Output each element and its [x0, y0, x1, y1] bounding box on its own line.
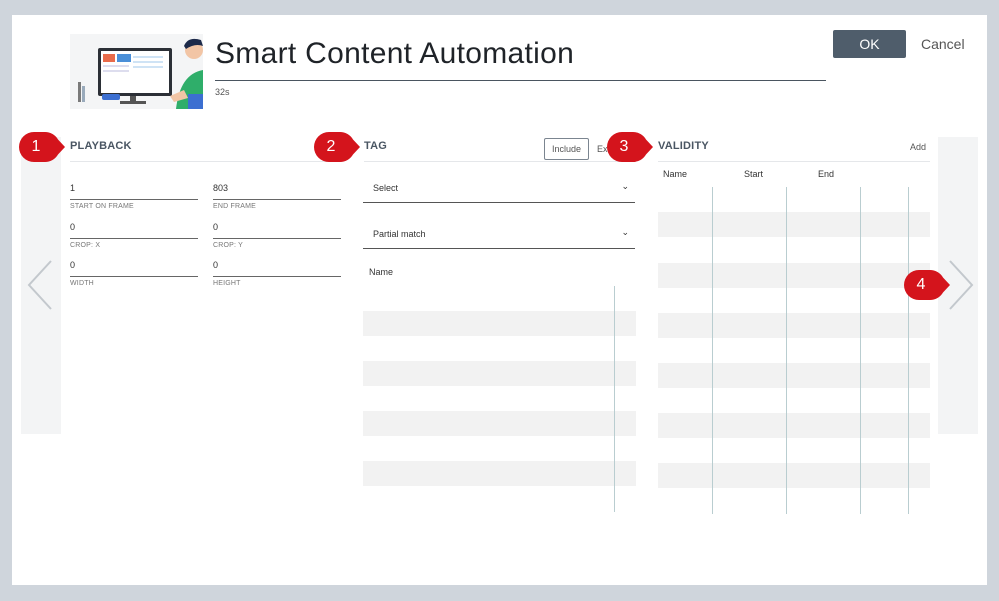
- validity-table-row: [658, 413, 930, 438]
- width-field[interactable]: 0 WIDTH: [70, 260, 198, 287]
- tag-select-value: Select: [373, 183, 399, 193]
- tag-table-row: [363, 461, 636, 486]
- validity-column-start: Start: [744, 169, 764, 179]
- dialog-title: Smart Content Automation: [215, 37, 575, 70]
- tag-table-row: [363, 361, 636, 386]
- previous-panel[interactable]: [21, 137, 61, 434]
- thumbnail-image: [70, 34, 203, 109]
- validity-table-row: [658, 463, 930, 488]
- tag-divider: [364, 161, 636, 162]
- start-frame-input[interactable]: 1: [70, 183, 198, 197]
- crop-y-field[interactable]: 0 CROP: Y: [213, 222, 341, 249]
- crop-x-field[interactable]: 0 CROP: X: [70, 222, 198, 249]
- dialog: Smart Content Automation 32s OK Cancel P…: [12, 15, 987, 585]
- tag-select[interactable]: Select ⌄: [363, 176, 635, 203]
- playback-divider: [70, 161, 342, 162]
- tag-table-row: [363, 411, 636, 436]
- end-frame-label: END FRAME: [213, 203, 257, 210]
- crop-y-input[interactable]: 0: [213, 222, 341, 236]
- width-label: WIDTH: [70, 280, 94, 287]
- start-frame-field[interactable]: 1 START ON FRAME: [70, 183, 198, 210]
- validity-divider: [658, 161, 930, 162]
- height-input[interactable]: 0: [213, 260, 341, 274]
- validity-column-divider: [712, 187, 713, 514]
- tag-column-divider: [614, 286, 615, 512]
- tag-table-row: [363, 311, 636, 336]
- duration-text: 32s: [215, 87, 230, 97]
- validity-table-row: [658, 212, 930, 237]
- validity-column-end: End: [818, 169, 835, 179]
- start-frame-label: START ON FRAME: [70, 203, 134, 210]
- validity-column-divider: [860, 187, 861, 514]
- crop-x-input[interactable]: 0: [70, 222, 198, 236]
- cancel-button[interactable]: Cancel: [921, 36, 965, 52]
- chevron-right-icon: [949, 260, 974, 310]
- callout-badge-4: 4: [904, 270, 950, 300]
- callout-badge-2: 2: [314, 132, 360, 162]
- match-select-value: Partial match: [373, 229, 426, 239]
- match-select[interactable]: Partial match ⌄: [363, 222, 635, 249]
- validity-column-divider: [786, 187, 787, 514]
- validity-table-row: [658, 263, 930, 288]
- tag-title: TAG: [364, 140, 388, 152]
- callout-badge-3: 3: [607, 132, 653, 162]
- title-underline: [215, 80, 826, 81]
- chevron-down-icon: ⌄: [621, 181, 629, 191]
- end-frame-input[interactable]: 803: [213, 183, 341, 197]
- validity-title: VALIDITY: [658, 140, 709, 152]
- height-label: HEIGHT: [213, 280, 241, 287]
- crop-x-label: CROP: X: [70, 242, 101, 249]
- width-input[interactable]: 0: [70, 260, 198, 274]
- tag-column-name: Name: [369, 267, 394, 277]
- include-button[interactable]: Include: [544, 138, 589, 160]
- playback-title: PLAYBACK: [70, 140, 132, 152]
- callout-badge-1: 1: [19, 132, 65, 162]
- end-frame-field[interactable]: 803 END FRAME: [213, 183, 341, 210]
- ok-button[interactable]: OK: [833, 30, 906, 58]
- validity-column-name: Name: [663, 169, 688, 179]
- validity-table-row: [658, 313, 930, 338]
- exclude-button[interactable]: Ex: [597, 144, 608, 154]
- crop-y-label: CROP: Y: [213, 242, 244, 249]
- validity-table-row: [658, 363, 930, 388]
- add-validity-button[interactable]: Add: [910, 142, 926, 152]
- height-field[interactable]: 0 HEIGHT: [213, 260, 341, 287]
- validity-column-divider: [908, 187, 909, 514]
- chevron-down-icon: ⌄: [621, 227, 629, 237]
- chevron-left-icon: [27, 260, 52, 310]
